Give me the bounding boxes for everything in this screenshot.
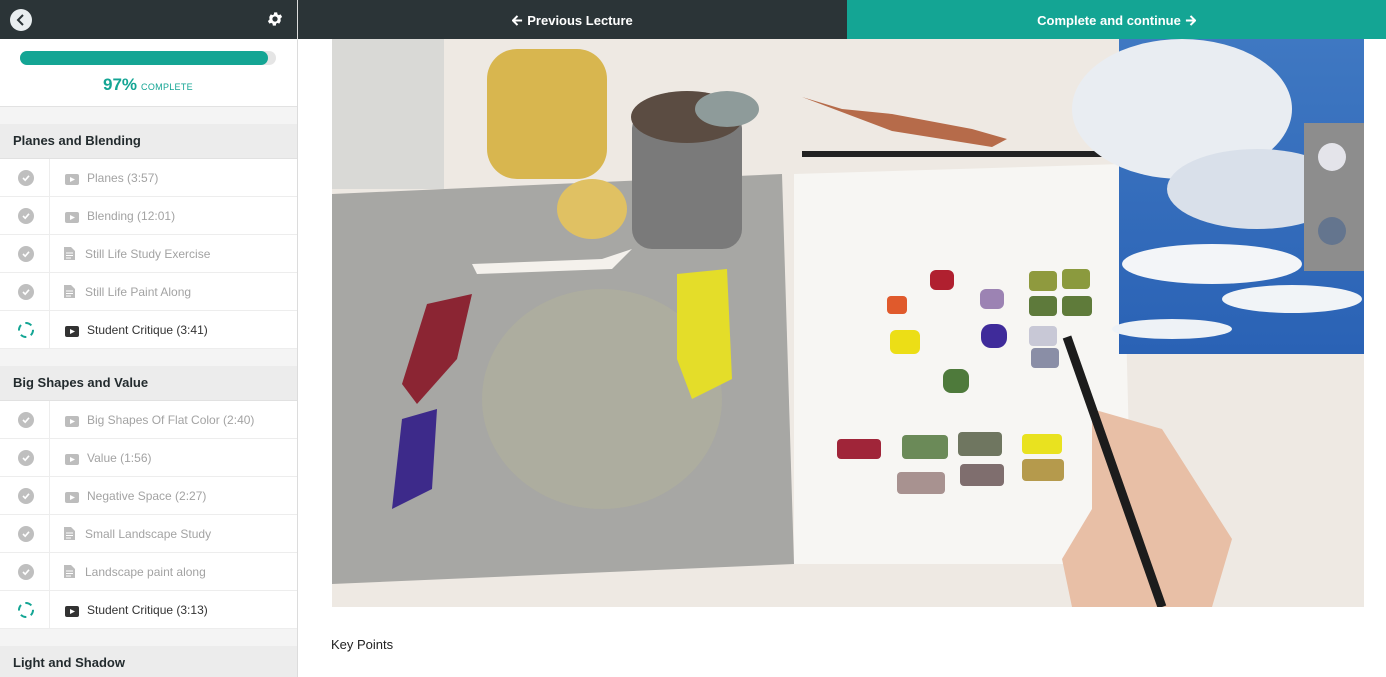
- previous-lecture-button[interactable]: Previous Lecture: [298, 0, 847, 39]
- progress-ring-icon: [18, 322, 34, 338]
- progress-bar-fill: [20, 51, 269, 65]
- lecture-label: Student Critique (3:41): [87, 323, 208, 337]
- key-points-heading: Key Points: [331, 637, 394, 652]
- course-sidebar: 97% COMPLETE Planes and Blending Planes (3…: [0, 0, 298, 677]
- section-title: Big Shapes and Value: [0, 366, 297, 401]
- video-player[interactable]: [332, 39, 1364, 607]
- document-icon: [64, 527, 75, 545]
- check-icon: [18, 564, 34, 580]
- video-frame-image: [332, 39, 1364, 607]
- arrow-right-icon: [1185, 15, 1197, 26]
- check-icon: [18, 526, 34, 542]
- lecture-label: Planes (3:57): [87, 171, 159, 185]
- section-spacer: [0, 629, 297, 646]
- check-icon: [18, 284, 34, 300]
- document-icon: [64, 247, 75, 265]
- lecture-item[interactable]: Student Critique (3:41): [0, 311, 297, 349]
- check-icon: [18, 412, 34, 428]
- completed-check: [0, 477, 50, 515]
- lecture-label: Negative Space (2:27): [87, 489, 207, 503]
- lecture-label: Blending (12:01): [87, 209, 176, 223]
- progress-bar: [20, 51, 276, 65]
- progress-text: 97% COMPLETE: [0, 75, 296, 95]
- completed-check: [0, 439, 50, 477]
- lecture-label: Still Life Study Exercise: [85, 247, 211, 261]
- completed-check: [0, 197, 50, 235]
- lecture-item[interactable]: Value (1:56): [0, 439, 297, 477]
- completed-check: [0, 159, 50, 197]
- lecture-item[interactable]: Big Shapes Of Flat Color (2:40): [0, 401, 297, 439]
- section-title: Light and Shadow: [0, 646, 297, 677]
- video-icon: [65, 414, 79, 432]
- check-icon: [18, 488, 34, 504]
- completed-check: [0, 235, 50, 273]
- lecture-label: Value (1:56): [87, 451, 152, 465]
- video-icon: [65, 604, 79, 622]
- lecture-item[interactable]: Still Life Paint Along: [0, 273, 297, 311]
- gear-icon[interactable]: [266, 10, 284, 28]
- lecture-item[interactable]: Negative Space (2:27): [0, 477, 297, 515]
- video-icon: [65, 172, 79, 190]
- document-icon: [64, 285, 75, 303]
- video-icon: [65, 452, 79, 470]
- lecture-label: Student Critique (3:13): [87, 603, 208, 617]
- completed-check: [0, 401, 50, 439]
- course-progress: 97% COMPLETE: [0, 39, 297, 107]
- section-title: Planes and Blending: [0, 124, 297, 159]
- in-progress-status: [0, 311, 50, 349]
- lecture-label: Small Landscape Study: [85, 527, 212, 541]
- arrow-left-icon: [511, 15, 523, 26]
- in-progress-status: [0, 591, 50, 629]
- complete-and-continue-label: Complete and continue: [1037, 13, 1181, 29]
- lecture-item[interactable]: Blending (12:01): [0, 197, 297, 235]
- lecture-label: Big Shapes Of Flat Color (2:40): [87, 413, 255, 427]
- video-icon: [65, 490, 79, 508]
- completed-check: [0, 515, 50, 553]
- check-icon: [18, 208, 34, 224]
- progress-word: COMPLETE: [141, 82, 193, 92]
- lecture-item[interactable]: Landscape paint along: [0, 553, 297, 591]
- chevron-left-icon: [16, 14, 24, 26]
- lecture-label: Still Life Paint Along: [85, 285, 192, 299]
- progress-percent: 97%: [103, 75, 138, 94]
- lecture-item[interactable]: Still Life Study Exercise: [0, 235, 297, 273]
- completed-check: [0, 273, 50, 311]
- lecture-item[interactable]: Small Landscape Study: [0, 515, 297, 553]
- sidebar-header: [0, 0, 297, 39]
- lecture-label: Landscape paint along: [85, 565, 206, 579]
- check-icon: [18, 246, 34, 262]
- video-icon: [65, 324, 79, 342]
- section-list: Planes and Blending Planes (3:57) Blending…: [0, 124, 297, 677]
- progress-ring-icon: [18, 602, 34, 618]
- section-spacer: [0, 349, 297, 366]
- completed-check: [0, 553, 50, 591]
- lecture-item[interactable]: Planes (3:57): [0, 159, 297, 197]
- document-icon: [64, 565, 75, 583]
- check-icon: [18, 170, 34, 186]
- lecture-item[interactable]: Student Critique (3:13): [0, 591, 297, 629]
- video-icon: [65, 210, 79, 228]
- previous-lecture-label: Previous Lecture: [527, 13, 633, 29]
- check-icon: [18, 450, 34, 466]
- back-button[interactable]: [10, 9, 32, 31]
- complete-and-continue-button[interactable]: Complete and continue: [847, 0, 1386, 39]
